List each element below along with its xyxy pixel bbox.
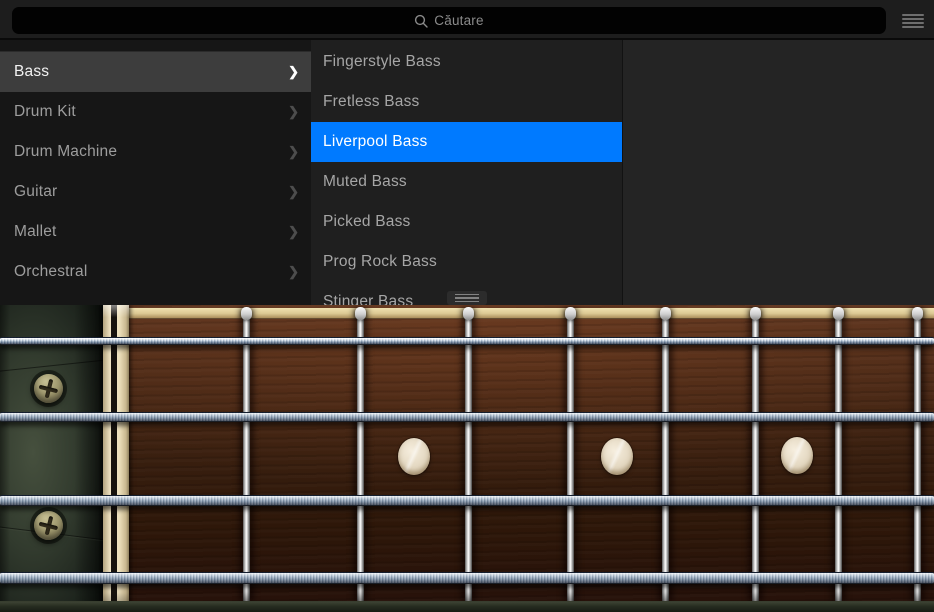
fret-1 [240, 307, 252, 603]
inlay-dot-1 [398, 438, 430, 475]
menu-button[interactable] [900, 13, 925, 28]
sound-item-label: Liverpool Bass [323, 133, 428, 150]
fretboard-wood [129, 305, 934, 612]
chevron-right-icon [288, 144, 299, 160]
sidebar-item-bass[interactable]: Bass [0, 52, 311, 92]
sidebar-item-guitar[interactable]: Guitar [0, 172, 311, 212]
search-input[interactable]: Căutare [12, 7, 886, 34]
search-icon [415, 14, 428, 28]
chevron-right-icon [288, 264, 299, 280]
search-placeholder: Căutare [434, 13, 484, 28]
sound-item-prog-rock-bass[interactable]: Prog Rock Bass [311, 242, 622, 282]
garageband-sound-browser: Căutare Bass Drum Kit Drum Machine Guita… [0, 0, 934, 612]
sound-item-fretless-bass[interactable]: Fretless Bass [311, 82, 622, 122]
inlay-dot-2 [601, 438, 633, 475]
sound-list: Fingerstyle Bass Fretless Bass Liverpool… [311, 42, 622, 305]
sound-item-label: Picked Bass [323, 213, 411, 230]
sound-item-label: Fingerstyle Bass [323, 53, 441, 70]
sound-item-label: Prog Rock Bass [323, 253, 437, 270]
fret-5 [659, 307, 671, 603]
body-shadow-line [0, 358, 112, 373]
fret-3 [462, 307, 474, 603]
hamburger-icon [901, 13, 924, 16]
fretboard-bottom-edge [0, 601, 934, 612]
chevron-right-icon [288, 104, 299, 120]
sidebar-item-label: Drum Kit [14, 103, 76, 120]
bass-string-2[interactable] [0, 412, 934, 422]
sound-item-muted-bass[interactable]: Muted Bass [311, 162, 622, 202]
sidebar-item-label: Orchestral [14, 263, 88, 280]
inlay-dot-3 [781, 437, 813, 474]
sound-panel: Fingerstyle Bass Fretless Bass Liverpool… [311, 40, 622, 305]
browser-pull-handle[interactable] [447, 291, 487, 305]
sidebar-item-label: Drum Machine [14, 143, 118, 160]
chevron-right-icon [288, 184, 299, 200]
sidebar-item-orchestral[interactable]: Orchestral [0, 252, 311, 292]
sound-browser: Bass Drum Kit Drum Machine Guitar Mallet… [0, 40, 934, 305]
fret-2 [354, 307, 366, 603]
sidebar-item-drum-machine[interactable]: Drum Machine [0, 132, 311, 172]
topbar: Căutare [0, 0, 934, 40]
category-list: Bass Drum Kit Drum Machine Guitar Mallet… [0, 52, 311, 292]
sound-item-label: Muted Bass [323, 173, 407, 190]
sidebar-item-label: Guitar [14, 183, 58, 200]
sidebar-item-drum-kit[interactable]: Drum Kit [0, 92, 311, 132]
sidebar-item-label: Bass [14, 63, 50, 80]
fret-8 [911, 307, 923, 603]
sound-item-label: Fretless Bass [323, 93, 420, 110]
browser-right-region [622, 40, 934, 305]
bass-body [0, 305, 112, 612]
category-sidebar: Bass Drum Kit Drum Machine Guitar Mallet… [0, 40, 311, 305]
nut [103, 305, 129, 612]
chevron-right-icon [288, 224, 299, 240]
bass-fretboard [0, 305, 934, 612]
fret-4 [564, 307, 576, 603]
sound-item-fingerstyle-bass[interactable]: Fingerstyle Bass [311, 42, 622, 82]
sound-item-label: Stinger Bass [323, 293, 414, 305]
sound-item-picked-bass[interactable]: Picked Bass [311, 202, 622, 242]
fret-7 [832, 307, 844, 603]
sound-item-liverpool-bass[interactable]: Liverpool Bass [311, 122, 622, 162]
chevron-right-icon [288, 64, 299, 80]
grip-lines-icon [455, 293, 479, 296]
bass-string-3[interactable] [0, 494, 934, 506]
fret-6 [749, 307, 761, 603]
sidebar-item-label: Mallet [14, 223, 57, 240]
bass-string-1[interactable] [0, 337, 934, 345]
sidebar-item-mallet[interactable]: Mallet [0, 212, 311, 252]
bass-string-4[interactable] [0, 572, 934, 584]
